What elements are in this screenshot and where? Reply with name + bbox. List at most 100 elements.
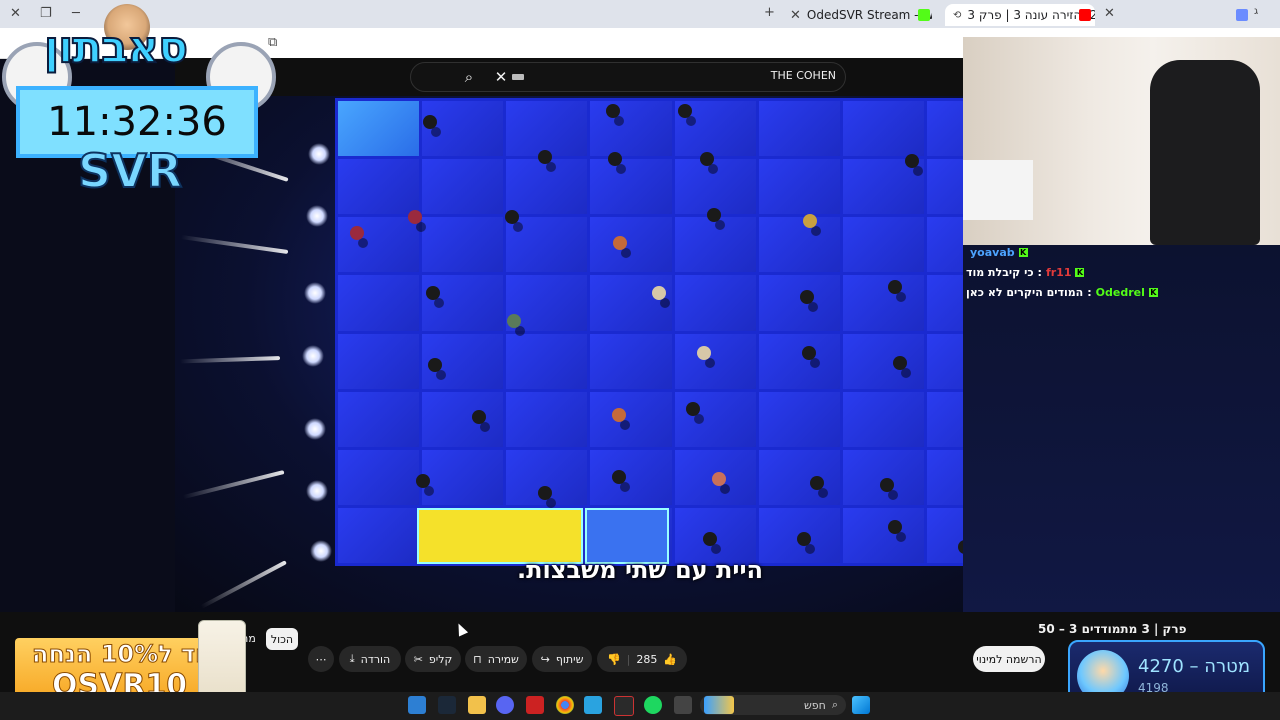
- share-button[interactable]: ↪ שיתוף: [532, 646, 592, 672]
- like-icon[interactable]: 👍: [663, 653, 677, 666]
- contestant: [880, 478, 894, 492]
- contestant: [686, 402, 700, 416]
- chat-username: fr11: [1045, 266, 1072, 279]
- contestant: [416, 474, 430, 488]
- close-tab-icon[interactable]: ✕: [1104, 6, 1115, 21]
- app-icon[interactable]: [614, 696, 634, 716]
- contestant: [888, 280, 902, 294]
- spotlight: [304, 282, 326, 304]
- contestant: [888, 520, 902, 534]
- contestant: [802, 346, 816, 360]
- save-button[interactable]: ⊓ שמירה: [465, 646, 527, 672]
- share-icon: ↪: [540, 652, 550, 666]
- spotlight: [304, 418, 326, 440]
- close-tab-icon[interactable]: ✕: [790, 8, 801, 23]
- contestant: [472, 410, 486, 424]
- contestant: [678, 104, 692, 118]
- restore-window-icon[interactable]: ❐: [40, 6, 52, 21]
- contestant: [606, 104, 620, 118]
- download-button[interactable]: ⤓ הורדה: [339, 646, 401, 672]
- contestant: [612, 470, 626, 484]
- tab-label: OdedSVR Stream - Watch Live: [806, 8, 932, 22]
- new-tab-button[interactable]: +: [764, 5, 775, 20]
- kick-badge-icon: K: [1018, 248, 1028, 257]
- discord-icon[interactable]: [496, 696, 514, 714]
- tab-youtube-video[interactable]: ⟲ (230) הזירה עונה 3 | פרק 3: [945, 4, 1095, 26]
- taskbar-search-placeholder: חפש: [803, 698, 826, 712]
- contestant: [700, 152, 714, 166]
- contestant: [800, 290, 814, 304]
- tab-label: (230) הזירה עונה 3 | פרק 3: [967, 8, 1095, 22]
- contestant: [712, 472, 726, 486]
- keyboard-icon[interactable]: [512, 74, 524, 80]
- contestant: [507, 314, 521, 328]
- goal-label: מטרה – 4270: [1138, 656, 1251, 677]
- promo-headline: קוד ל10% הנחה: [31, 640, 222, 669]
- dislike-icon[interactable]: 👎: [607, 653, 621, 666]
- contestant: [428, 358, 442, 372]
- download-label: הורדה: [360, 652, 391, 666]
- kick-badge-icon: K: [1148, 288, 1158, 297]
- extension-icon[interactable]: ⧉: [268, 35, 277, 50]
- tab-overflow-icon[interactable]: ג: [1254, 6, 1258, 17]
- contestant: [893, 356, 907, 370]
- chrome-icon[interactable]: [556, 696, 574, 714]
- chat-username: Odedrel: [1095, 286, 1145, 299]
- tab-odedsvr-stream[interactable]: ✕ OdedSVR Stream - Watch Live: [782, 4, 932, 26]
- contestant: [703, 532, 717, 546]
- contestant: [538, 486, 552, 500]
- subathon-logo: סאבתון: [43, 21, 189, 74]
- audio-icon: ⟲: [953, 9, 962, 21]
- telegram-icon[interactable]: [584, 696, 602, 714]
- app-icon[interactable]: [526, 696, 544, 714]
- search-icon: ⌕: [831, 698, 838, 711]
- kick-badge-icon: K: [1075, 268, 1085, 277]
- youtube-favicon-icon: [1079, 9, 1091, 21]
- contestant: [797, 532, 811, 546]
- kick-favicon-icon: [918, 9, 930, 21]
- windows-taskbar: [0, 692, 1280, 720]
- share-label: שיתוף: [555, 652, 584, 666]
- windows-start-icon[interactable]: [852, 696, 870, 714]
- contestant: [408, 210, 422, 224]
- more-actions-button[interactable]: ⋯: [308, 646, 334, 672]
- chat-message: K yoavab: [966, 246, 1028, 259]
- spotlight: [306, 480, 328, 502]
- task-view-icon[interactable]: [674, 696, 692, 714]
- download-icon: ⤓: [349, 652, 355, 665]
- file-explorer-icon[interactable]: [468, 696, 486, 714]
- contestant: [652, 286, 666, 300]
- subscribe-button[interactable]: הרשמה למינוי: [973, 646, 1045, 672]
- contestant: [538, 150, 552, 164]
- contestant: [426, 286, 440, 300]
- steam-icon[interactable]: [438, 696, 456, 714]
- webcam-bed: [963, 160, 1033, 220]
- chat-message: K fr11 : כי קיבלת מוד: [966, 266, 1085, 279]
- chat-username: yoavab: [970, 246, 1015, 259]
- timer-value: 11:32:36: [47, 99, 227, 145]
- floor-grid: [335, 98, 1011, 566]
- spotify-icon[interactable]: [644, 696, 662, 714]
- spotlight: [310, 540, 332, 562]
- search-icon[interactable]: ⌕: [458, 66, 480, 88]
- like-count: 285: [636, 652, 658, 666]
- contestant: [608, 152, 622, 166]
- webcam-chair: [1150, 60, 1260, 245]
- chat-text: כי קיבלת מוד: [966, 266, 1034, 279]
- spotlight: [308, 143, 330, 165]
- minimize-window-icon[interactable]: ─: [72, 6, 80, 21]
- clip-button[interactable]: ✂ קליפ: [405, 646, 461, 672]
- save-label: שמירה: [487, 652, 519, 666]
- profile-icon[interactable]: [1236, 9, 1248, 21]
- chat-overlay: [963, 245, 1280, 625]
- scissors-icon: ✂: [413, 652, 423, 666]
- brand-logo: SVR: [77, 143, 183, 199]
- chip-all[interactable]: הכול: [266, 628, 298, 650]
- contestant: [505, 210, 519, 224]
- close-window-icon[interactable]: ✕: [10, 6, 21, 21]
- contestant: [707, 208, 721, 222]
- contestant: [905, 154, 919, 168]
- app-icon[interactable]: [408, 696, 426, 714]
- widgets-icon[interactable]: [704, 696, 734, 714]
- clear-search-icon[interactable]: ✕: [490, 66, 512, 88]
